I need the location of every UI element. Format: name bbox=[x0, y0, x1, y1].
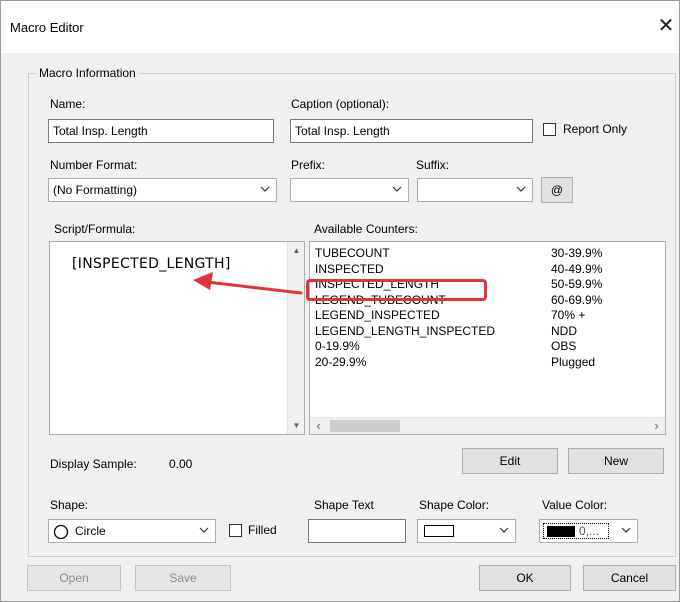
caption-label: Caption (optional): bbox=[291, 97, 390, 111]
list-item[interactable]: 40-49.9% bbox=[551, 262, 602, 278]
scroll-left-icon[interactable]: ‹ bbox=[310, 418, 327, 435]
shape-color-swatch bbox=[424, 525, 454, 537]
shape-color-select[interactable] bbox=[417, 519, 516, 543]
scroll-down-icon[interactable]: ▼ bbox=[289, 417, 304, 434]
display-sample-label: Display Sample: bbox=[50, 457, 137, 471]
shape-color-label: Shape Color: bbox=[419, 498, 490, 512]
number-format-value: (No Formatting) bbox=[53, 183, 138, 197]
title-bar: Macro Editor ✕ bbox=[1, 1, 679, 53]
scroll-up-icon[interactable]: ▲ bbox=[289, 242, 304, 259]
list-item[interactable]: INSPECTED bbox=[315, 262, 495, 278]
group-title: Macro Information bbox=[36, 66, 139, 80]
script-label: Script/Formula: bbox=[54, 222, 136, 236]
prefix-select[interactable] bbox=[290, 178, 409, 202]
insert-symbol-button[interactable]: @ bbox=[541, 177, 573, 203]
ok-button[interactable]: OK bbox=[479, 565, 571, 591]
scrollbar-thumb[interactable] bbox=[330, 420, 400, 432]
edit-button[interactable]: Edit bbox=[462, 448, 558, 474]
counters-column-2: 30-39.9% 40-49.9% 50-59.9% 60-69.9% 70% … bbox=[551, 246, 602, 370]
list-item[interactable]: LEGEND_INSPECTED bbox=[315, 308, 495, 324]
chevron-down-icon bbox=[199, 527, 209, 533]
filled-checkbox[interactable] bbox=[229, 524, 242, 537]
scroll-right-icon[interactable]: › bbox=[648, 418, 665, 435]
list-item[interactable]: TUBECOUNT bbox=[315, 246, 495, 262]
list-item[interactable]: 70% + bbox=[551, 308, 602, 324]
shape-value: Circle bbox=[75, 524, 106, 538]
caption-input[interactable]: Total Insp. Length bbox=[290, 119, 533, 143]
counters-column-1: TUBECOUNT INSPECTED INSPECTED_LENGTH LEG… bbox=[315, 246, 495, 370]
annotation-arrow-icon bbox=[193, 272, 303, 295]
value-color-label: Value Color: bbox=[542, 498, 608, 512]
shape-select[interactable]: Circle bbox=[48, 519, 216, 543]
shape-text-label: Shape Text bbox=[314, 498, 374, 512]
highlight-box bbox=[306, 279, 487, 301]
name-label: Name: bbox=[50, 97, 86, 111]
value-color-swatch bbox=[547, 526, 575, 537]
filled-label: Filled bbox=[248, 523, 277, 537]
value-color-select[interactable]: 0,... bbox=[539, 519, 638, 543]
close-icon[interactable]: ✕ bbox=[655, 13, 677, 39]
number-format-label: Number Format: bbox=[50, 158, 138, 172]
macro-editor-dialog: Macro Editor ✕ Macro Information Name: T… bbox=[0, 0, 680, 602]
list-item[interactable]: 60-69.9% bbox=[551, 293, 602, 309]
list-item[interactable]: LEGEND_LENGTH_INSPECTED bbox=[315, 324, 495, 340]
report-only-label: Report Only bbox=[563, 122, 628, 136]
shape-label: Shape: bbox=[50, 498, 89, 512]
list-item[interactable]: OBS bbox=[551, 339, 602, 355]
counters-list[interactable]: TUBECOUNT INSPECTED INSPECTED_LENGTH LEG… bbox=[309, 241, 666, 435]
chevron-down-icon bbox=[516, 186, 526, 192]
list-item[interactable]: 20-29.9% bbox=[315, 355, 495, 371]
list-item[interactable]: 0-19.9% bbox=[315, 339, 495, 355]
open-button[interactable]: Open bbox=[27, 565, 121, 591]
report-only-checkbox[interactable] bbox=[543, 123, 556, 136]
list-item[interactable]: Plugged bbox=[551, 355, 602, 371]
chevron-down-icon bbox=[392, 186, 402, 192]
suffix-select[interactable] bbox=[417, 178, 533, 202]
window-title: Macro Editor bbox=[10, 20, 84, 35]
cancel-button[interactable]: Cancel bbox=[583, 565, 676, 591]
new-button[interactable]: New bbox=[568, 448, 664, 474]
chevron-down-icon bbox=[499, 527, 509, 533]
value-color-value: 0,... bbox=[579, 524, 600, 538]
list-item[interactable]: 30-39.9% bbox=[551, 246, 602, 262]
prefix-label: Prefix: bbox=[291, 158, 326, 172]
number-format-select[interactable]: (No Formatting) bbox=[48, 178, 277, 202]
chevron-down-icon bbox=[260, 186, 270, 192]
display-sample-value: 0.00 bbox=[169, 457, 193, 471]
counters-label: Available Counters: bbox=[314, 222, 418, 236]
circle-shape-icon bbox=[53, 524, 69, 540]
list-item[interactable]: 50-59.9% bbox=[551, 277, 602, 293]
name-input[interactable]: Total Insp. Length bbox=[48, 119, 274, 143]
chevron-down-icon bbox=[621, 527, 631, 533]
save-button[interactable]: Save bbox=[135, 565, 231, 591]
counters-scrollbar[interactable]: ‹ › bbox=[310, 417, 665, 434]
list-item[interactable]: NDD bbox=[551, 324, 602, 340]
suffix-label: Suffix: bbox=[416, 158, 450, 172]
shape-text-input[interactable] bbox=[308, 519, 406, 543]
